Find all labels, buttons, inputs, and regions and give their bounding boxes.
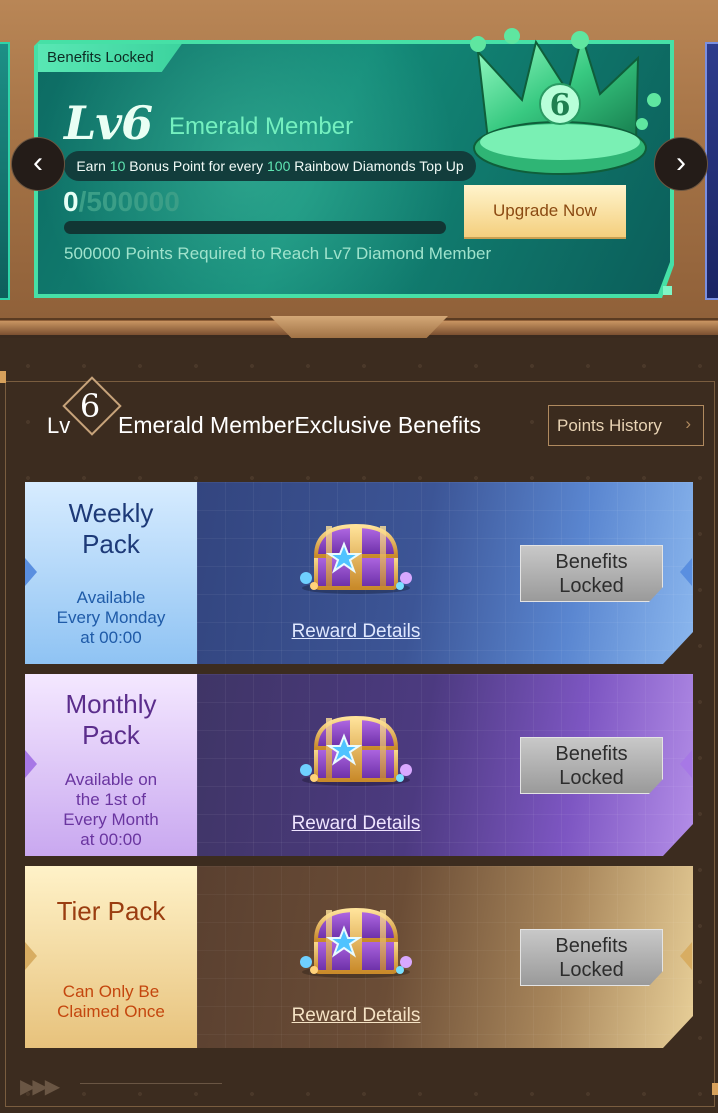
panel-corner-accent [712,1083,718,1095]
benefits-locked-button[interactable]: Benefits Locked [520,929,663,986]
earn-prefix: Earn [76,158,110,174]
previous-level-arrow[interactable]: ‹ [11,137,65,191]
points-current: 0 [63,186,79,217]
previous-level-card-peek[interactable] [0,42,10,300]
next-level-arrow[interactable]: › [654,137,708,191]
treasure-chest-icon[interactable] [298,712,414,793]
points-progress-bar [64,221,446,234]
locked-label-line: Benefits [555,934,628,957]
points-target: /500000 [78,186,180,217]
pack-title-line: Pack [82,720,140,750]
earn-middle: Bonus Point for every [125,158,268,174]
pack-title-line: Weekly [68,498,154,528]
points-progress-text: 0/500000 [63,186,180,218]
availability-line: at 00:00 [80,830,142,849]
earn-suffix: Rainbow Diamonds Top Up [290,158,464,174]
pack-info-panel: Tier Pack Can Only Be Claimed Once [25,866,197,1048]
member-tier-name: Emerald Member [169,113,354,140]
pack-title: Tier Pack [25,896,197,927]
points-history-label: Points History [557,415,662,435]
benefits-title: Emerald MemberExclusive Benefits [118,412,482,438]
availability-line: the 1st of [76,790,146,809]
upgrade-now-button[interactable]: Upgrade Now [464,185,626,237]
locked-label-line: Benefits [555,742,628,765]
pack-title-line: Tier Pack [56,896,166,926]
decorative-line [0,318,280,320]
banner-bottom-notch [270,316,448,338]
crown-level-number: 6 [550,88,571,123]
pack-availability: Available on the 1st of Every Month at 0… [25,770,197,850]
chevron-right-icon [25,750,37,778]
decorative-arrows-icon: ▶▶▶ [20,1076,60,1098]
pack-info-panel: Monthly Pack Available on the 1st of Eve… [25,674,197,856]
earn-points-info: Earn 10 Bonus Point for every 100 Rainbo… [64,151,476,181]
upgrade-requirement-text: 500000 Points Required to Reach Lv7 Diam… [64,244,492,263]
availability-line: Every Monday [56,608,166,627]
points-history-button[interactable]: Points History › [548,405,704,446]
chevron-right-icon [25,558,37,586]
availability-line: Can Only Be [62,982,160,1001]
locked-label-line: Locked [559,766,624,789]
availability-line: Claimed Once [57,1002,165,1021]
emerald-crown-icon: 6 [470,28,661,175]
decorative-line [80,1083,222,1084]
benefits-locked-button[interactable]: Benefits Locked [520,737,663,794]
pack-title: Weekly Pack [25,498,197,560]
level-diamond-number: 6 [79,387,101,425]
pack-title-line: Monthly [65,689,157,719]
pack-availability: Can Only Be Claimed Once [25,982,197,1022]
treasure-chest-icon[interactable] [298,904,414,985]
treasure-chest-icon[interactable] [298,520,414,601]
reward-details-link[interactable]: Reward Details [275,813,437,835]
locked-label-line: Locked [559,958,624,981]
corner-accent [663,286,672,295]
benefits-locked-tag: Benefits Locked [38,44,182,72]
reward-details-link[interactable]: Reward Details [275,621,437,643]
benefits-lv-label: Lv [47,413,71,438]
pack-title: Monthly Pack [25,689,197,751]
availability-line: Every Month [63,810,159,829]
chevron-left-icon [680,750,692,778]
earn-diamonds-value: 100 [267,158,291,174]
pack-title-line: Pack [82,529,140,559]
level-label: Lv6 [64,96,153,150]
earn-points-value: 10 [109,158,126,174]
locked-label-line: Benefits [555,550,628,573]
pack-availability: Available Every Monday at 00:00 [25,588,197,648]
benefits-locked-button[interactable]: Benefits Locked [520,545,663,602]
reward-details-link[interactable]: Reward Details [275,1005,437,1027]
locked-label-line: Locked [559,574,624,597]
pack-info-panel: Weekly Pack Available Every Monday at 00… [25,482,197,664]
availability-line: Available on [64,770,158,789]
panel-corner-accent [0,371,6,383]
chevron-right-icon: › [685,414,691,433]
availability-line: at 00:00 [80,628,142,647]
decorative-line [438,318,718,320]
availability-line: Available [76,588,146,607]
chevron-left-icon [680,558,692,586]
chevron-left-icon [680,942,692,970]
chevron-right-icon [25,942,37,970]
